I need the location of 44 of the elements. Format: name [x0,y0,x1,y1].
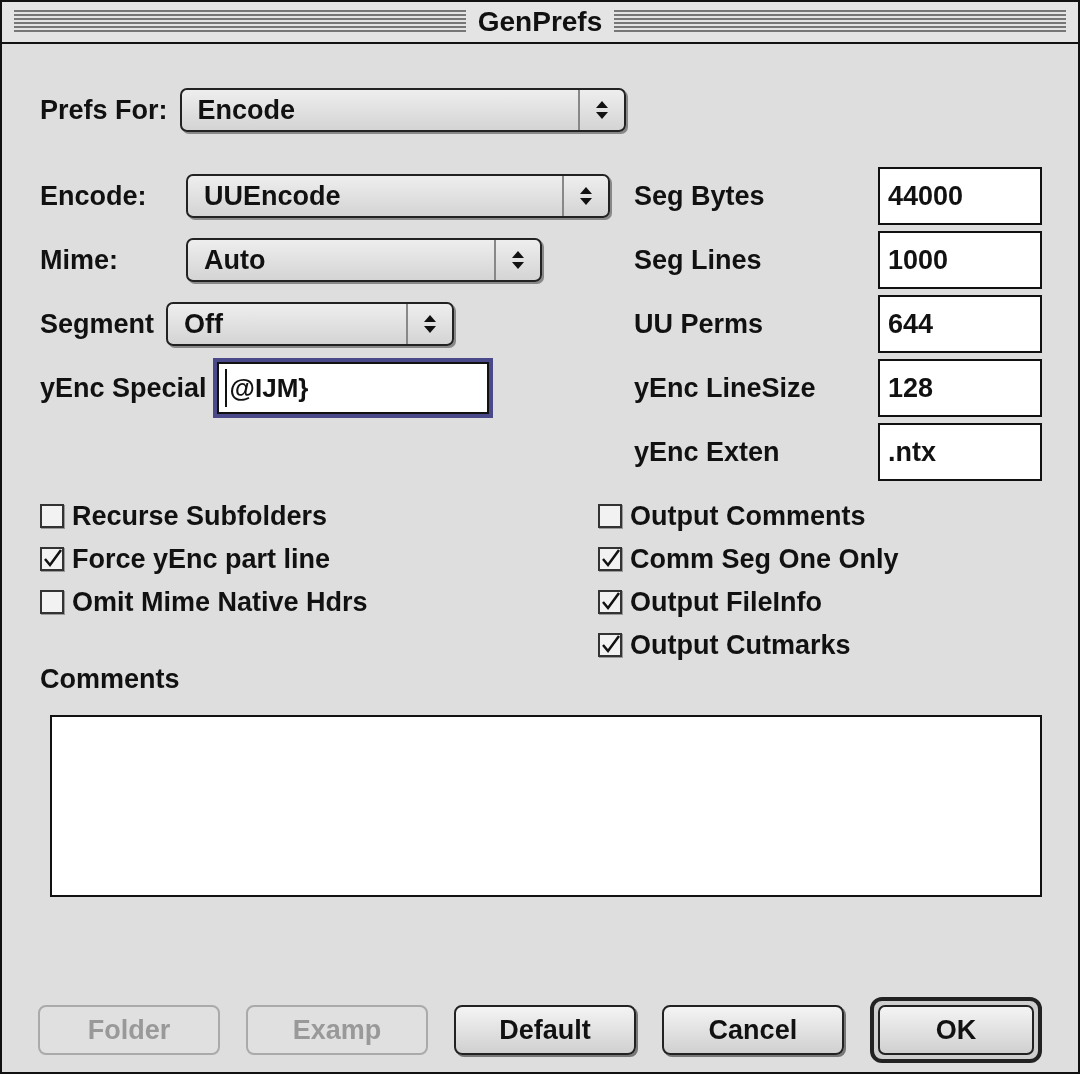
checkbox[interactable] [40,547,64,571]
checkbox[interactable] [40,504,64,528]
checkbox-label: Force yEnc part line [72,543,331,575]
text-field[interactable]: 644 [878,295,1042,353]
field-label: Encode: [40,180,148,212]
checkbox-label: Recurse Subfolders [72,500,328,532]
popup-menu[interactable]: Encode [179,88,626,132]
field-label: Segment [40,308,155,340]
dialog-button[interactable]: Default [453,1005,636,1055]
checkbox[interactable] [598,590,622,614]
field-label: UU Perms [634,308,765,340]
up-down-arrows-icon [594,100,609,120]
text-field[interactable]: @IJM} [212,358,493,418]
checkbox[interactable] [598,547,622,571]
checkbox-label: Output FileInfo [630,586,822,618]
field-label: Prefs For: [40,94,168,126]
text-field[interactable]: 1000 [878,231,1042,289]
checkbox[interactable] [598,633,622,657]
checkbox-label: Omit Mime Native Hdrs [72,586,368,618]
up-down-arrows-icon [579,186,593,206]
popup-menu[interactable]: Off [166,302,455,346]
field-label: Seg Bytes [634,180,766,212]
field-label: Mime: [40,244,119,276]
text-field[interactable]: 44000 [878,167,1042,225]
field-label: Seg Lines [634,244,763,276]
checkbox-label: Output Comments [630,500,866,532]
field-label: yEnc Special [40,372,207,404]
window-title: GenPrefs [476,6,604,38]
up-down-arrows-icon [511,250,525,270]
checkbox[interactable] [40,590,64,614]
dialog-button[interactable]: Cancel [661,1005,844,1055]
popup-menu[interactable]: UUEncode [186,174,610,218]
field-label: yEnc Exten [634,436,781,468]
up-down-arrows-icon [423,314,438,334]
checkbox-label: Comm Seg One Only [630,543,899,575]
comments-field[interactable] [50,715,1042,897]
comments-label: Comments [40,665,181,693]
popup-menu[interactable]: Auto [186,238,542,282]
ok-button[interactable]: OK [869,997,1042,1063]
field-label: yEnc LineSize [634,372,817,404]
text-field[interactable]: .ntx [878,423,1042,481]
text-field[interactable]: 128 [878,359,1042,417]
checkbox-label: Output Cutmarks [630,629,851,661]
checkbox[interactable] [598,504,622,528]
